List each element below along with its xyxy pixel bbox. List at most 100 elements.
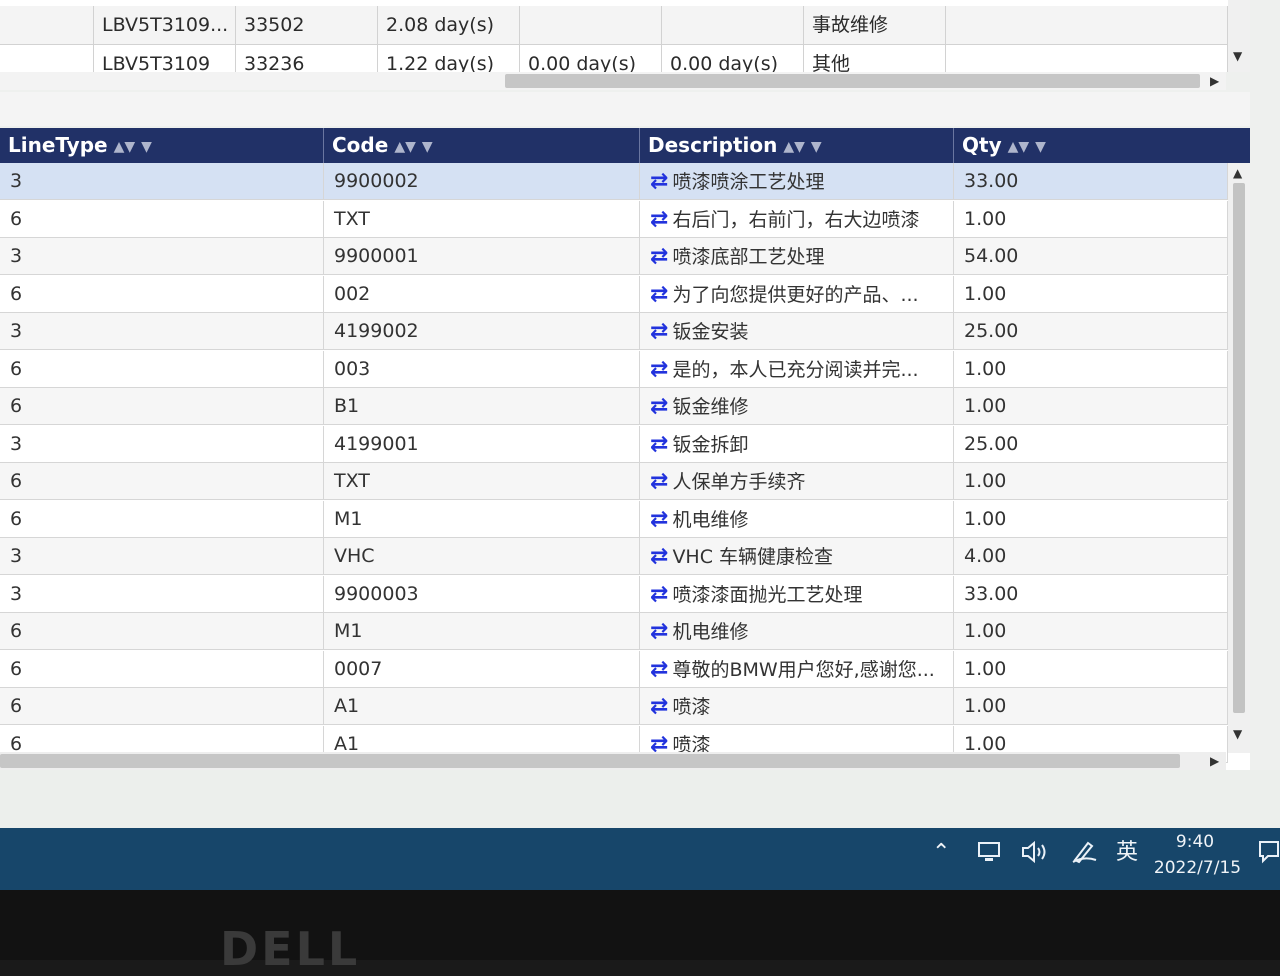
cell-description[interactable]: ⇄ 喷漆喷涂工艺处理 — [640, 163, 954, 200]
filter-icon[interactable]: ▼ — [422, 130, 433, 164]
cell-description[interactable]: ⇄ 右后门，右前门，右大边喷漆 — [640, 200, 954, 238]
cell-description[interactable]: ⇄ VHC 车辆健康检查 — [640, 538, 954, 575]
cell-description[interactable]: ⇄ 喷漆 — [640, 688, 954, 725]
cell-code-text: TXT — [334, 470, 370, 492]
scroll-up-arrow-icon[interactable]: ▲ — [1233, 167, 1242, 179]
swap-arrows-icon[interactable]: ⇄ — [650, 501, 668, 538]
grid-row[interactable]: 6 TXT ⇄ 右后门，右前门，右大边喷漆 1.00 — [0, 200, 1228, 238]
filter-icon[interactable]: ▼ — [1035, 130, 1046, 164]
grid-row[interactable]: 3 9900003 ⇄ 喷漆漆面抛光工艺处理 33.00 — [0, 575, 1228, 613]
sort-icon[interactable]: ▲▼ — [394, 130, 416, 164]
filter-icon[interactable]: ▼ — [811, 130, 822, 164]
swap-arrows-icon[interactable]: ⇄ — [650, 276, 668, 313]
app-window: LBV5T3109... 33502 2.08 day(s) 事故维修 LBV5T310… — [0, 0, 1280, 890]
scroll-down-arrow-icon[interactable]: ▼ — [1233, 50, 1242, 62]
grid-row[interactable]: 3 4199001 ⇄ 钣金拆卸 25.00 — [0, 425, 1228, 463]
swap-arrows-icon[interactable]: ⇄ — [650, 576, 668, 613]
cell-qty: 1.00 — [954, 500, 1228, 538]
swap-arrows-icon[interactable]: ⇄ — [650, 388, 668, 425]
cell-description[interactable]: ⇄ 钣金拆卸 — [640, 425, 954, 463]
swap-arrows-icon[interactable]: ⇄ — [650, 613, 668, 650]
grid-row[interactable]: 6 M1 ⇄ 机电维修 1.00 — [0, 500, 1228, 538]
cell-description[interactable]: ⇄ 喷漆漆面抛光工艺处理 — [640, 575, 954, 613]
column-header-code[interactable]: Code ▲▼ ▼ — [324, 128, 640, 163]
upper-table-cell: 1.22 day(s) — [378, 45, 520, 72]
notification-icon[interactable] — [1258, 828, 1280, 890]
pen-input-icon[interactable] — [1070, 828, 1100, 890]
taskbar: ⌃ 英 9:40 2022/7/15 — [0, 828, 1280, 890]
cell-qty-text: 25.00 — [964, 432, 1019, 455]
swap-arrows-icon[interactable]: ⇄ — [650, 163, 668, 200]
column-header-linetype[interactable]: LineType ▲▼ ▼ — [0, 128, 324, 163]
upper-table-cell — [946, 6, 1228, 44]
cell-code-text: 9900003 — [334, 582, 419, 605]
grid-row[interactable]: 6 003 ⇄ 是的，本人已充分阅读并完... 1.00 — [0, 350, 1228, 388]
cell-description[interactable]: ⇄ 尊敬的BMW用户您好,感谢您... — [640, 650, 954, 688]
swap-arrows-icon[interactable]: ⇄ — [650, 651, 668, 688]
cell-description[interactable]: ⇄ 钣金维修 — [640, 388, 954, 425]
cell-description[interactable]: ⇄ 机电维修 — [640, 500, 954, 538]
grid-horizontal-scrollbar[interactable]: ▶ — [0, 752, 1226, 770]
column-header-description[interactable]: Description ▲▼ ▼ — [640, 128, 954, 163]
cell-description[interactable]: ⇄ 喷漆底部工艺处理 — [640, 238, 954, 275]
grid-row[interactable]: 6 0007 ⇄ 尊敬的BMW用户您好,感谢您... 1.00 — [0, 650, 1228, 688]
sort-icon[interactable]: ▲▼ — [114, 130, 136, 164]
swap-arrows-icon[interactable]: ⇄ — [650, 238, 668, 275]
grid-row[interactable]: 6 A1 ⇄ 喷漆 1.00 — [0, 688, 1228, 725]
swap-arrows-icon[interactable]: ⇄ — [650, 538, 668, 575]
cell-linetype-text: 3 — [10, 545, 23, 567]
grid-row[interactable]: 6 002 ⇄ 为了向您提供更好的产品、... 1.00 — [0, 275, 1228, 313]
cell-qty-text: 1.00 — [964, 657, 1007, 680]
clock-date[interactable]: 2022/7/15 — [1150, 858, 1245, 878]
swap-arrows-icon[interactable]: ⇄ — [650, 313, 668, 350]
grid-scroll-thumb[interactable] — [1233, 183, 1245, 713]
network-icon[interactable] — [976, 828, 1004, 890]
grid-horizontal-scroll-thumb[interactable] — [0, 754, 1180, 768]
cell-code-text: VHC — [334, 545, 375, 567]
grid-vertical-scrollbar[interactable]: ▲ ▼ — [1228, 163, 1250, 753]
grid-row[interactable]: 6 M1 ⇄ 机电维修 1.00 — [0, 613, 1228, 650]
swap-arrows-icon[interactable]: ⇄ — [650, 688, 668, 725]
grid-row[interactable]: 3 9900002 ⇄ 喷漆喷涂工艺处理 33.00 — [0, 163, 1228, 200]
cell-description-text: 喷漆喷涂工艺处理 — [672, 171, 825, 193]
cell-description[interactable]: ⇄ 机电维修 — [640, 613, 954, 650]
grid-row[interactable]: 6 B1 ⇄ 钣金维修 1.00 — [0, 388, 1228, 425]
grid-row[interactable]: 6 TXT ⇄ 人保单方手续齐 1.00 — [0, 463, 1228, 500]
swap-arrows-icon[interactable]: ⇄ — [650, 426, 668, 463]
upper-table-scroll-thumb[interactable] — [505, 74, 1200, 88]
sort-icon[interactable]: ▲▼ — [1008, 130, 1030, 164]
sort-icon[interactable]: ▲▼ — [783, 130, 805, 164]
scroll-right-arrow-icon[interactable]: ▶ — [1210, 75, 1219, 87]
cell-linetype-text: 6 — [10, 470, 23, 492]
cell-description-text: 为了向您提供更好的产品、... — [672, 283, 919, 306]
upper-table-horizontal-scrollbar[interactable]: ▶ — [0, 72, 1226, 90]
cell-description-text: 喷漆漆面抛光工艺处理 — [672, 583, 863, 606]
cell-description[interactable]: ⇄ 钣金安装 — [640, 313, 954, 350]
cell-code: 9900002 — [324, 163, 640, 200]
clock-time[interactable]: 9:40 — [1160, 832, 1230, 852]
upper-table-row[interactable]: LBV5T3109... 33502 2.08 day(s) 事故维修 — [0, 6, 1228, 45]
column-header-qty[interactable]: Qty ▲▼ ▼ — [954, 128, 1250, 163]
show-hidden-icons-chevron-icon[interactable]: ⌃ — [932, 828, 950, 890]
grid-row[interactable]: 3 4199002 ⇄ 钣金安装 25.00 — [0, 313, 1228, 350]
cell-description[interactable]: ⇄ 人保单方手续齐 — [640, 463, 954, 500]
swap-arrows-icon[interactable]: ⇄ — [650, 351, 668, 388]
cell-qty: 1.00 — [954, 463, 1228, 500]
filter-icon[interactable]: ▼ — [141, 130, 152, 164]
grid-row[interactable]: 3 9900001 ⇄ 喷漆底部工艺处理 54.00 — [0, 238, 1228, 275]
cell-linetype: 3 — [0, 575, 324, 613]
grid-row[interactable]: 3 VHC ⇄ VHC 车辆健康检查 4.00 — [0, 538, 1228, 575]
upper-table-row[interactable]: LBV5T3109 33236 1.22 day(s) 0.00 day(s) 0.00… — [0, 45, 1228, 72]
scroll-right-arrow-icon[interactable]: ▶ — [1210, 755, 1219, 767]
cell-description[interactable]: ⇄ 是的，本人已充分阅读并完... — [640, 350, 954, 388]
upper-table-cell — [0, 6, 94, 44]
cell-linetype-text: 3 — [10, 432, 23, 455]
cell-description[interactable]: ⇄ 为了向您提供更好的产品、... — [640, 275, 954, 313]
scroll-down-arrow-icon[interactable]: ▼ — [1233, 728, 1242, 740]
swap-arrows-icon[interactable]: ⇄ — [650, 463, 668, 500]
cell-qty-text: 25.00 — [964, 320, 1019, 342]
ime-indicator[interactable]: 英 — [1116, 828, 1138, 890]
volume-icon[interactable] — [1020, 828, 1050, 890]
swap-arrows-icon[interactable]: ⇄ — [650, 201, 668, 238]
upper-table-vertical-scrollbar[interactable]: ▼ — [1228, 0, 1250, 72]
